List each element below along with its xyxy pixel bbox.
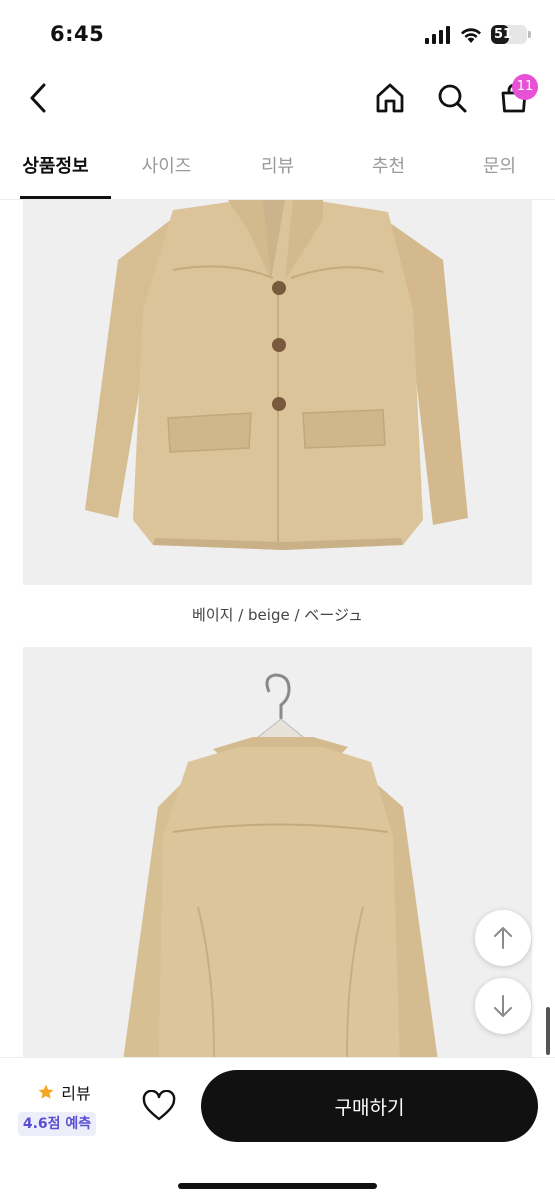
search-icon xyxy=(438,84,467,113)
status-time: 6:45 xyxy=(50,22,105,46)
heart-icon xyxy=(142,1090,176,1121)
scroll-to-bottom-button[interactable] xyxy=(475,978,531,1034)
wifi-icon xyxy=(461,27,481,43)
scrollbar[interactable] xyxy=(546,1007,550,1055)
jacket-back-illustration xyxy=(118,673,443,1097)
home-indicator xyxy=(178,1183,377,1189)
tab-inquiry[interactable]: 문의 xyxy=(444,140,555,199)
arrow-down-icon xyxy=(494,995,512,1017)
home-icon xyxy=(376,83,404,113)
cart-button[interactable]: 11 xyxy=(494,74,538,118)
cart-count-badge: 11 xyxy=(512,74,538,100)
color-caption: 베이지 / beige / ベージュ xyxy=(192,606,363,624)
status-bar: 6:45 51 xyxy=(0,0,555,68)
product-image-back xyxy=(23,647,532,1097)
buy-button[interactable]: 구매하기 xyxy=(201,1070,538,1142)
product-image-front xyxy=(23,200,532,585)
product-tabs: 상품정보 사이즈 리뷰 추천 문의 xyxy=(0,140,555,200)
jacket-front-illustration xyxy=(85,200,468,550)
arrow-up-icon xyxy=(494,927,512,949)
tab-recommend[interactable]: 추천 xyxy=(333,140,444,199)
chevron-left-icon xyxy=(30,83,46,113)
search-button[interactable] xyxy=(432,78,472,118)
tab-size[interactable]: 사이즈 xyxy=(111,140,222,199)
signal-icon xyxy=(425,25,450,44)
nav-bar: 11 xyxy=(0,68,555,130)
battery-icon: 51 xyxy=(491,25,531,44)
tab-product-info[interactable]: 상품정보 xyxy=(0,140,111,199)
back-button[interactable] xyxy=(18,78,58,118)
status-icons: 51 xyxy=(425,25,531,44)
review-summary[interactable]: 리뷰 4.6점 예측 xyxy=(14,1080,114,1140)
home-button[interactable] xyxy=(370,78,410,118)
scroll-to-top-button[interactable] xyxy=(475,910,531,966)
battery-level: 51 xyxy=(493,27,513,42)
tab-review[interactable]: 리뷰 xyxy=(222,140,333,199)
review-score-badge: 4.6점 예측 xyxy=(18,1112,96,1136)
wishlist-button[interactable] xyxy=(139,1086,179,1126)
review-label: 리뷰 xyxy=(61,1084,91,1103)
purchase-bar: 리뷰 4.6점 예측 구매하기 xyxy=(0,1057,555,1200)
star-icon xyxy=(38,1084,54,1099)
